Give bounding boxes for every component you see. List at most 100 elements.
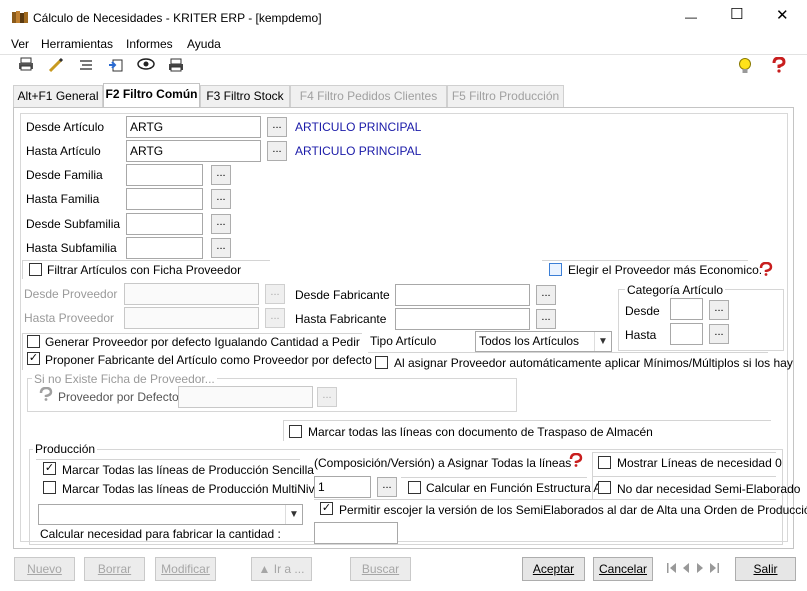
tab-filtro-comun[interactable]: F2 Filtro Común xyxy=(103,83,200,108)
categoria-hasta-lookup-button[interactable]: ... xyxy=(709,324,729,344)
ir-a-button[interactable]: ▲ Ir a ... xyxy=(251,557,312,581)
borrar-button[interactable]: Borrar xyxy=(84,557,145,581)
view-icon[interactable] xyxy=(136,57,156,77)
permitir-version-checkbox[interactable]: ✓ xyxy=(320,502,333,515)
marcar-multinivel-checkbox[interactable] xyxy=(43,481,56,494)
export-icon[interactable] xyxy=(106,57,126,77)
mostrar-lineas-checkbox[interactable] xyxy=(598,456,611,469)
hasta-articulo-label: Hasta Artículo xyxy=(26,144,101,158)
desde-proveedor-lookup-button[interactable]: ... xyxy=(265,284,285,304)
minimize-button[interactable]: — xyxy=(685,10,697,24)
generar-proveedor-checkbox[interactable] xyxy=(27,335,40,348)
modificar-label: Modificar xyxy=(161,562,210,576)
categoria-desde-label: Desde xyxy=(625,304,660,318)
no-dar-necesidad-checkbox[interactable] xyxy=(598,481,611,494)
hasta-familia-input[interactable] xyxy=(126,188,203,210)
next-icon[interactable] xyxy=(694,561,706,575)
hasta-fabricante-input[interactable] xyxy=(395,308,530,330)
no-dar-necesidad-label: No dar necesidad Semi-Elaborado xyxy=(617,482,801,496)
divider xyxy=(36,459,300,460)
desde-articulo-label: Desde Artículo xyxy=(26,120,105,134)
hasta-proveedor-input[interactable] xyxy=(124,307,259,329)
categoria-hasta-input[interactable] xyxy=(670,323,703,345)
tab-filtro-pedidos-clientes[interactable]: F4 Filtro Pedidos Clientes xyxy=(290,85,447,107)
desde-fabricante-lookup-button[interactable]: ... xyxy=(536,285,556,305)
hasta-familia-label: Hasta Familia xyxy=(26,192,100,206)
produccion-combo[interactable]: ▼ xyxy=(38,504,303,525)
desde-articulo-description: ARTICULO PRINCIPAL xyxy=(295,120,422,134)
print-icon[interactable] xyxy=(16,57,36,77)
hasta-articulo-input[interactable]: ARTG xyxy=(126,140,261,162)
proveedor-defecto-lookup-button[interactable]: ... xyxy=(317,387,337,407)
buscar-label: Buscar xyxy=(361,562,400,576)
calcular-estructura-checkbox[interactable] xyxy=(408,481,421,494)
hasta-articulo-lookup-button[interactable]: ... xyxy=(267,141,287,161)
help-icon[interactable] xyxy=(769,56,789,77)
cancelar-button[interactable]: Cancelar xyxy=(593,557,653,581)
desde-fabricante-input[interactable] xyxy=(395,284,530,306)
hasta-subfamilia-input[interactable] xyxy=(126,237,203,259)
nuevo-button[interactable]: Nuevo xyxy=(14,557,75,581)
categoria-desde-input[interactable] xyxy=(670,298,703,320)
modificar-button[interactable]: Modificar xyxy=(155,557,216,581)
si-no-existe-title: Si no Existe Ficha de Proveedor... xyxy=(32,372,217,386)
filtrar-ficha-checkbox[interactable] xyxy=(29,263,42,276)
desde-fabricante-label: Desde Fabricante xyxy=(295,288,390,302)
tipo-articulo-select[interactable]: Todos los Artículos ▼ xyxy=(475,331,612,352)
hasta-proveedor-lookup-button[interactable]: ... xyxy=(265,308,285,328)
categoria-desde-lookup-button[interactable]: ... xyxy=(709,300,729,320)
aceptar-button[interactable]: Aceptar xyxy=(522,557,585,581)
elegir-proveedor-checkbox[interactable] xyxy=(549,263,562,276)
hasta-subfamilia-lookup-button[interactable]: ... xyxy=(211,238,231,258)
salir-button[interactable]: Salir xyxy=(735,557,796,581)
calcular-cantidad-label: Calcular necesidad para fabricar la cant… xyxy=(40,527,281,541)
title-bar: Cálculo de Necesidades - KRITER ERP - [k… xyxy=(0,0,807,34)
marcar-traspaso-checkbox[interactable] xyxy=(289,425,302,438)
tipo-articulo-value: Todos los Artículos xyxy=(479,334,580,348)
menu-ver[interactable]: Ver xyxy=(11,37,29,51)
categoria-title: Categoría Artículo xyxy=(625,283,726,297)
buscar-button[interactable]: Buscar xyxy=(350,557,411,581)
calcular-cantidad-input[interactable] xyxy=(314,522,398,544)
menu-informes[interactable]: Informes xyxy=(126,37,173,51)
desde-articulo-input[interactable]: ARTG xyxy=(126,116,261,138)
cancelar-label: Cancelar xyxy=(598,562,648,576)
desde-subfamilia-input[interactable] xyxy=(126,213,203,235)
close-button[interactable]: ✕ xyxy=(776,8,789,23)
hasta-fabricante-lookup-button[interactable]: ... xyxy=(536,309,556,329)
divider xyxy=(314,499,776,500)
tab-general[interactable]: Alt+F1 General xyxy=(13,85,103,107)
menu-divider xyxy=(0,54,807,55)
prev-icon[interactable] xyxy=(680,561,692,575)
help-icon[interactable] xyxy=(566,452,586,473)
tab-filtro-produccion[interactable]: F5 Filtro Producción xyxy=(447,85,564,107)
proponer-fabricante-checkbox[interactable]: ✓ xyxy=(27,352,40,365)
divider xyxy=(592,452,776,453)
composicion-input[interactable]: 1 xyxy=(314,476,371,498)
divider xyxy=(22,333,23,370)
last-icon[interactable] xyxy=(708,561,720,575)
desde-familia-lookup-button[interactable]: ... xyxy=(211,165,231,185)
printer-preview-icon[interactable] xyxy=(166,57,186,77)
hasta-familia-lookup-button[interactable]: ... xyxy=(211,189,231,209)
marcar-multinivel-label: Marcar Todas las líneas de Producción Mu… xyxy=(62,482,324,496)
maximize-button[interactable]: ☐ xyxy=(730,7,743,22)
desde-subfamilia-lookup-button[interactable]: ... xyxy=(211,214,231,234)
first-icon[interactable] xyxy=(666,561,678,575)
help-icon[interactable] xyxy=(756,261,776,282)
desde-proveedor-input[interactable] xyxy=(124,283,259,305)
salir-label: Salir xyxy=(753,562,778,576)
desde-familia-input[interactable] xyxy=(126,164,203,186)
lightbulb-icon[interactable] xyxy=(735,57,755,77)
menu-ayuda[interactable]: Ayuda xyxy=(187,37,221,51)
tab-filtro-stock[interactable]: F3 Filtro Stock xyxy=(200,85,290,107)
aceptar-label: Aceptar xyxy=(532,562,575,576)
proveedor-defecto-input[interactable] xyxy=(178,386,313,408)
pencil-icon[interactable] xyxy=(46,57,66,77)
desde-articulo-lookup-button[interactable]: ... xyxy=(267,117,287,137)
composicion-lookup-button[interactable]: ... xyxy=(377,477,397,497)
al-asignar-checkbox[interactable] xyxy=(375,356,388,369)
menu-herramientas[interactable]: Herramientas xyxy=(41,37,113,51)
layers-icon[interactable] xyxy=(76,57,96,77)
marcar-sencilla-checkbox[interactable]: ✓ xyxy=(43,462,56,475)
